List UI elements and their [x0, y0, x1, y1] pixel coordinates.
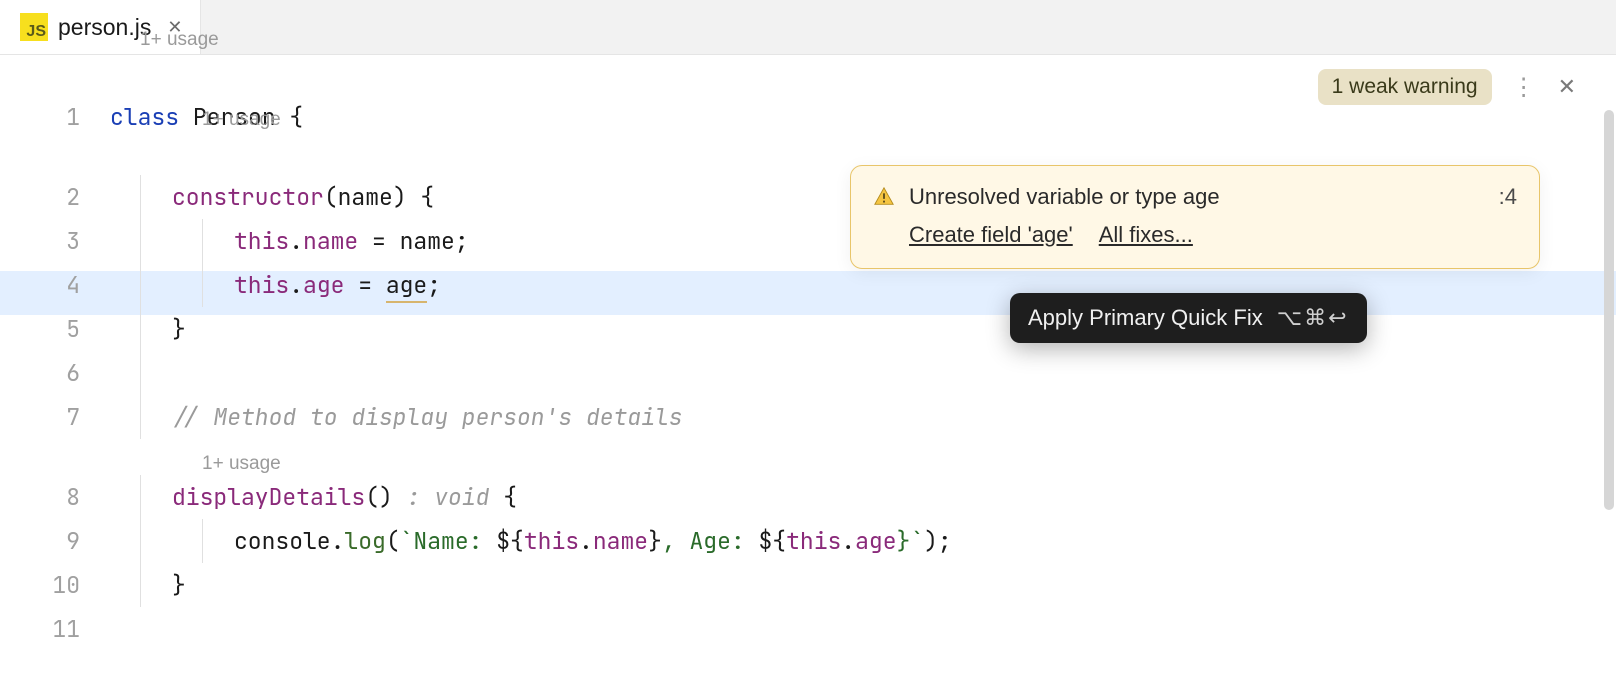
line-number: 4 [0, 263, 110, 307]
code-line[interactable] [110, 351, 1616, 395]
unresolved-identifier[interactable]: age [386, 270, 427, 303]
code-line[interactable] [110, 607, 1616, 651]
code-area[interactable]: 1+ usage class Person { 1+ usage constru… [110, 55, 1616, 682]
usage-hint[interactable]: 1+ usage [140, 25, 219, 55]
code-line[interactable]: // Method to display person's details [110, 395, 1616, 439]
line-number: 2 [0, 175, 110, 219]
tab-bar: JS person.js ✕ [0, 0, 1616, 55]
quick-fix-create-field[interactable]: Create field 'age' [909, 222, 1073, 248]
keyboard-shortcut: ⌥⌘↩ [1277, 305, 1349, 331]
quick-fix-tooltip: Apply Primary Quick Fix ⌥⌘↩ [1010, 293, 1367, 343]
usage-hint[interactable]: 1+ usage [202, 105, 281, 135]
tab-filename: person.js [58, 14, 151, 41]
tooltip-label: Apply Primary Quick Fix [1028, 305, 1263, 331]
inspection-popup: Unresolved variable or type age :4 Creat… [850, 165, 1540, 269]
line-number: 3 [0, 219, 110, 263]
gutter: 1 2 3 4 5 6 7 8 9 10 11 [0, 55, 110, 682]
code-line[interactable]: } [110, 563, 1616, 607]
js-file-icon: JS [20, 13, 48, 41]
code-line[interactable]: } [110, 307, 1616, 351]
warning-icon [873, 186, 895, 208]
quick-fix-all-fixes[interactable]: All fixes... [1099, 222, 1193, 248]
line-number: 7 [0, 395, 110, 439]
line-number: 11 [0, 607, 110, 651]
code-line[interactable]: displayDetails() : void { [110, 475, 1616, 519]
code-line[interactable]: this.age = age; [110, 263, 1616, 307]
code-line[interactable]: console.log(`Name: ${this.name}, Age: ${… [110, 519, 1616, 563]
line-number: 6 [0, 351, 110, 395]
scrollbar[interactable] [1604, 110, 1614, 510]
line-number: 10 [0, 563, 110, 607]
line-number: 8 [0, 475, 110, 519]
line-number: 9 [0, 519, 110, 563]
editor: 1 weak warning ⋮ ✕ 1 2 3 4 5 6 7 8 9 10 … [0, 55, 1616, 682]
warning-line-ref: :4 [1499, 184, 1517, 210]
line-number: 1 [0, 95, 110, 139]
code-line[interactable]: class Person { [110, 95, 1616, 139]
line-number: 5 [0, 307, 110, 351]
warning-message: Unresolved variable or type age [909, 184, 1220, 210]
